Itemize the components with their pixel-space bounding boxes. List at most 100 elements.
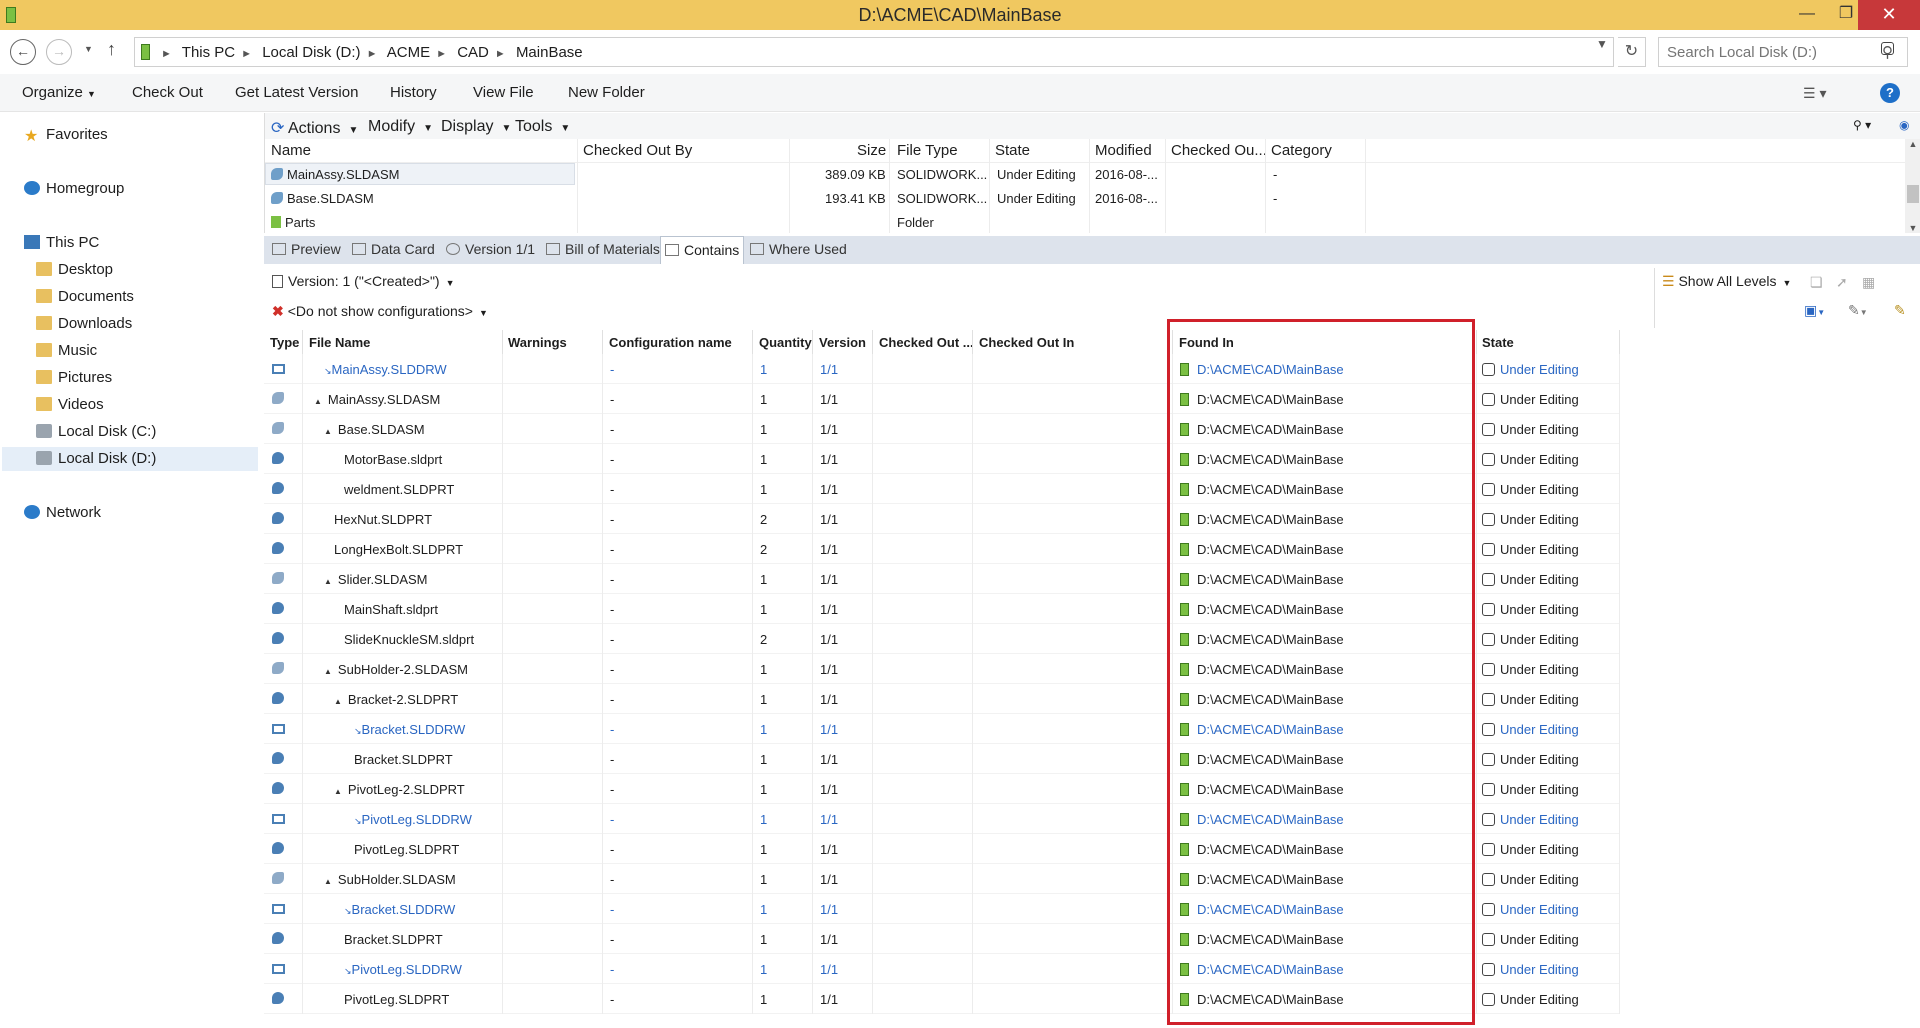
back-button[interactable]: ← — [10, 39, 36, 65]
file-name-cell[interactable]: ▲ PivotLeg-2.SLDPRT — [334, 782, 465, 797]
col-checked-out-by[interactable]: Checked Out By — [583, 142, 692, 159]
tab-where-used[interactable]: Where Used — [746, 236, 851, 264]
col-name[interactable]: Name — [271, 142, 311, 159]
col-category[interactable]: Category — [1271, 142, 1332, 159]
vault-view-icon[interactable]: ◉ — [1899, 118, 1909, 132]
search-box[interactable]: ⚲ — [1658, 37, 1908, 67]
chevron-right-icon[interactable]: ► — [495, 48, 506, 60]
nav-desktop[interactable]: Desktop — [36, 258, 113, 282]
col-modified[interactable]: Modified — [1095, 142, 1152, 159]
expand-toggle-icon[interactable]: ▲ — [334, 787, 342, 796]
file-name-cell[interactable]: ↘PivotLeg.SLDDRW — [354, 812, 472, 827]
expand-toggle-icon[interactable]: ▲ — [324, 577, 332, 586]
file-name-cell[interactable]: Bracket.SLDPRT — [354, 752, 453, 767]
nav-local-disk-c[interactable]: Local Disk (C:) — [36, 420, 156, 444]
forward-button[interactable]: → — [46, 39, 72, 65]
nav-favorites[interactable]: ★ Favorites — [24, 123, 108, 147]
file-name-cell[interactable]: MotorBase.sldprt — [344, 452, 442, 467]
close-button[interactable]: ✕ — [1858, 0, 1920, 30]
chevron-right-icon[interactable]: ► — [241, 48, 252, 60]
tools-menu[interactable]: Tools ▼ — [515, 118, 570, 136]
nav-pictures[interactable]: Pictures — [36, 366, 112, 390]
nav-homegroup[interactable]: Homegroup — [24, 177, 124, 201]
file-name-cell[interactable]: PivotLeg.SLDPRT — [354, 842, 459, 857]
file-name-cell[interactable]: ▲ Slider.SLDASM — [324, 572, 428, 587]
up-button[interactable]: ↑ — [107, 39, 116, 60]
recent-locations-chevron-icon[interactable]: ▼ — [84, 44, 93, 54]
col-checked-out-by[interactable]: Checked Out ... — [879, 335, 974, 350]
chevron-right-icon[interactable]: ► — [436, 48, 447, 60]
change-view-icon[interactable]: ☰ ▾ — [1803, 85, 1826, 102]
col-warnings[interactable]: Warnings — [508, 335, 567, 350]
file-name-cell[interactable]: ▲ Bracket-2.SLDPRT — [334, 692, 458, 707]
history-button[interactable]: History — [390, 84, 437, 101]
refresh-icon[interactable]: ↻ — [1618, 37, 1646, 67]
vault-row[interactable]: Parts Folder — [265, 211, 1905, 235]
tab-preview[interactable]: Preview — [268, 236, 345, 264]
modify-menu[interactable]: Modify ▼ — [368, 118, 433, 136]
version-select[interactable]: Version: 1 ("<Created>") ▼ — [272, 273, 455, 289]
show-all-levels-button[interactable]: ☰ Show All Levels ▼ — [1662, 273, 1791, 290]
expand-toggle-icon[interactable]: ▲ — [324, 877, 332, 886]
breadcrumb-local-disk-d[interactable]: Local Disk (D:) — [262, 44, 360, 61]
nav-documents[interactable]: Documents — [36, 285, 134, 309]
tab-data-card[interactable]: Data Card — [348, 236, 439, 264]
view-file-button[interactable]: View File — [473, 84, 534, 101]
vault-row[interactable]: MainAssy.SLDASM 389.09 KB SOLIDWORK... U… — [265, 163, 1905, 187]
col-checked-out-in[interactable]: Checked Out In — [979, 335, 1074, 350]
search-tool-icon[interactable]: ⚲ ▾ — [1853, 118, 1871, 132]
breadcrumb-mainbase[interactable]: MainBase — [516, 44, 583, 61]
actions-menu[interactable]: ⟳ Actions ▼ — [271, 118, 358, 138]
col-state[interactable]: State — [1482, 335, 1514, 350]
col-quantity[interactable]: Quantity — [759, 335, 812, 350]
tab-contains[interactable]: Contains — [660, 236, 745, 264]
expand-toggle-icon[interactable]: ▲ — [314, 397, 322, 406]
configuration-select[interactable]: ✖ <Do not show configurations> ▼ — [272, 303, 488, 320]
expand-toggle-icon[interactable]: ▲ — [324, 667, 332, 676]
breadcrumb-cad[interactable]: CAD — [457, 44, 489, 61]
col-state[interactable]: State — [995, 142, 1030, 159]
nav-downloads[interactable]: Downloads — [36, 312, 132, 336]
path-dropdown-icon[interactable]: ▼ — [1596, 37, 1608, 51]
help-icon[interactable]: ? — [1880, 83, 1900, 103]
export-icon[interactable]: ✎ — [1894, 302, 1910, 318]
file-name-cell[interactable]: SlideKnuckleSM.sldprt — [344, 632, 474, 647]
minimize-button[interactable]: — — [1787, 0, 1827, 30]
scroll-down-icon[interactable]: ▼ — [1905, 223, 1920, 233]
edit-columns-icon[interactable]: ✎▼ — [1848, 302, 1868, 318]
nav-music[interactable]: Music — [36, 339, 97, 363]
path-box[interactable]: ► This PC ► Local Disk (D:) ► ACME ► CAD ► M… — [134, 37, 1614, 67]
tab-bill-of-materials[interactable]: Bill of Materials — [542, 236, 664, 264]
file-name-cell[interactable]: ▲ SubHolder-2.SLDASM — [324, 662, 468, 677]
col-version[interactable]: Version — [819, 335, 866, 350]
check-out-button[interactable]: Check Out — [132, 84, 203, 101]
breadcrumb-acme[interactable]: ACME — [387, 44, 430, 61]
file-name-cell[interactable]: HexNut.SLDPRT — [334, 512, 432, 527]
expand-toggle-icon[interactable]: ▲ — [334, 697, 342, 706]
file-name-cell[interactable]: ↘Bracket.SLDDRW — [354, 722, 465, 737]
copy-tree-icon[interactable]: ❏ — [1810, 274, 1826, 290]
breadcrumb-this-pc[interactable]: This PC — [182, 44, 235, 61]
scroll-up-icon[interactable]: ▲ — [1905, 139, 1920, 149]
display-menu[interactable]: Display ▼ — [441, 118, 511, 136]
nav-network[interactable]: Network — [24, 501, 101, 525]
nav-videos[interactable]: Videos — [36, 393, 104, 417]
file-name-cell[interactable]: PivotLeg.SLDPRT — [344, 992, 449, 1007]
file-name-cell[interactable]: ↘MainAssy.SLDDRW — [324, 362, 447, 377]
col-configuration-name[interactable]: Configuration name — [609, 335, 732, 350]
save-icon[interactable]: ▣▼ — [1804, 302, 1825, 318]
vault-scrollbar[interactable]: ▲ ▼ — [1905, 139, 1920, 233]
file-name-cell[interactable]: LongHexBolt.SLDPRT — [334, 542, 463, 557]
col-file-type[interactable]: File Type — [897, 142, 958, 159]
scroll-thumb[interactable] — [1907, 185, 1919, 203]
nav-this-pc[interactable]: This PC — [24, 231, 99, 255]
file-name-cell[interactable]: ▲ SubHolder.SLDASM — [324, 872, 456, 887]
get-latest-version-button[interactable]: Get Latest Version — [235, 84, 358, 101]
col-file-name[interactable]: File Name — [309, 335, 370, 350]
print-icon[interactable]: ▦ — [1862, 274, 1878, 290]
file-name-cell[interactable]: MainShaft.sldprt — [344, 602, 438, 617]
col-size[interactable]: Size — [857, 142, 886, 159]
nav-local-disk-d[interactable]: Local Disk (D:) — [2, 447, 258, 471]
search-input[interactable] — [1665, 43, 1875, 62]
file-name-cell[interactable]: ▲ MainAssy.SLDASM — [314, 392, 440, 407]
